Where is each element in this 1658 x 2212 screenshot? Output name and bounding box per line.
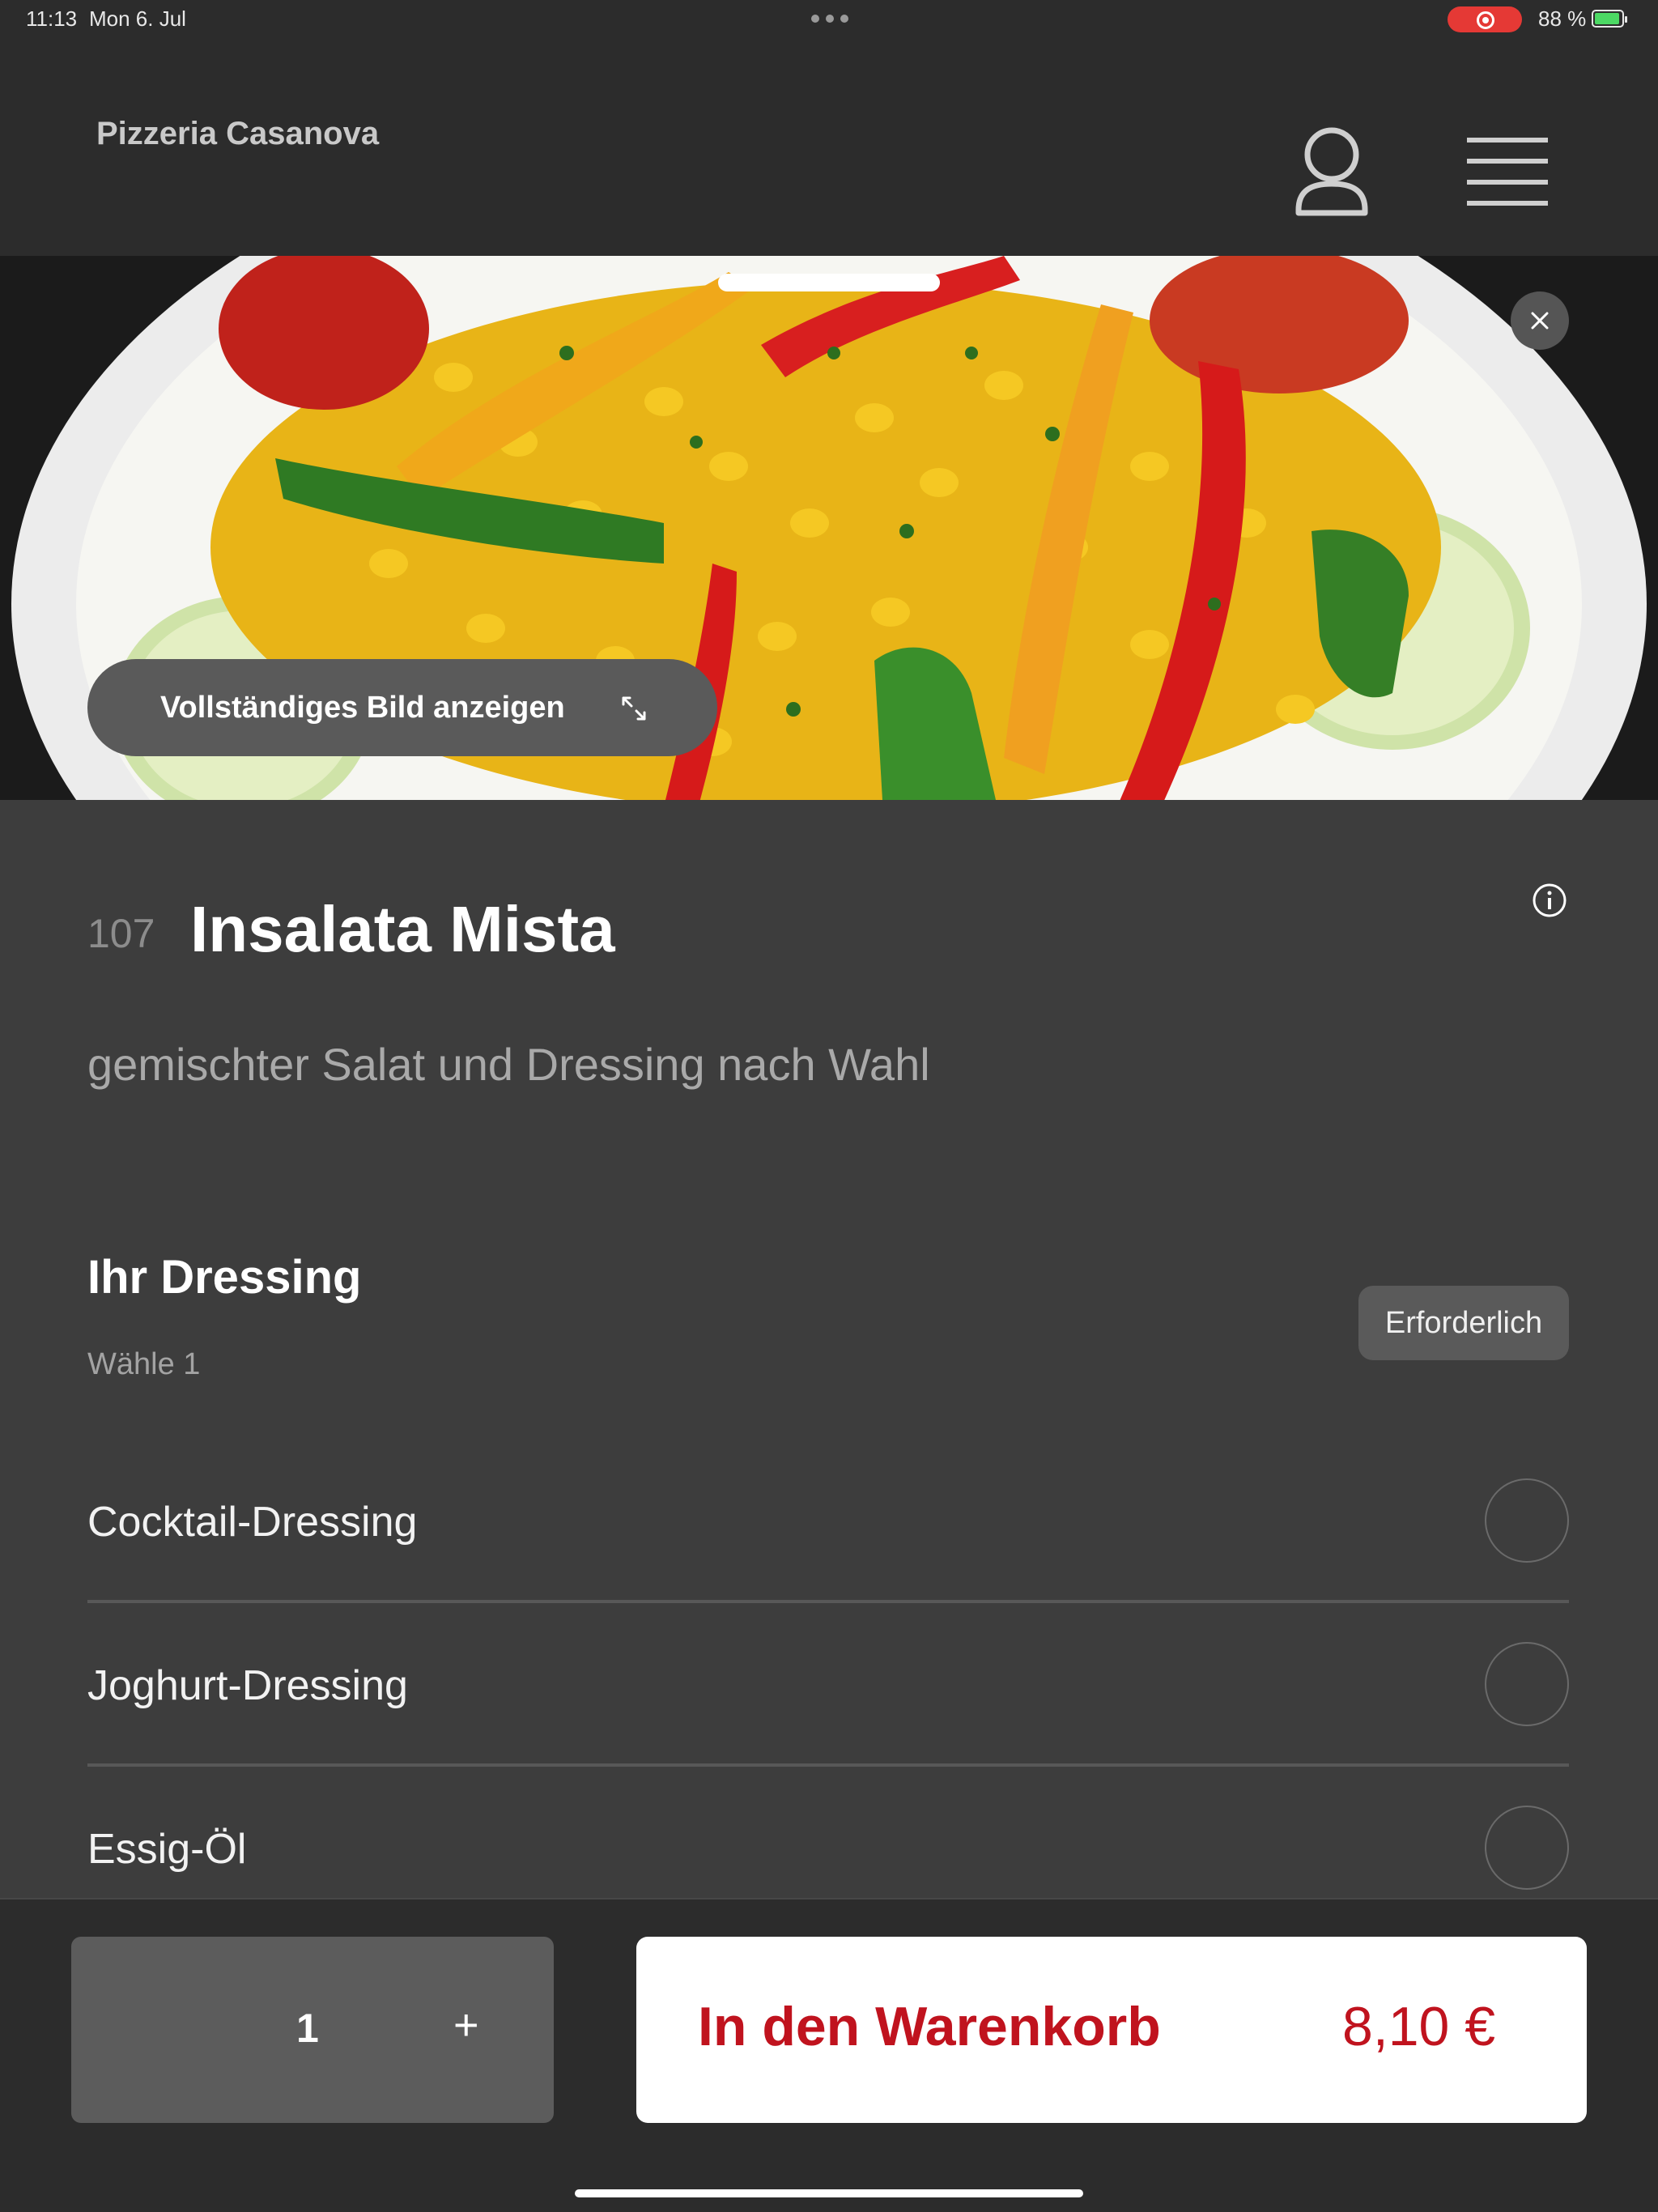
option-label: Essig-Öl	[87, 1826, 247, 1873]
close-icon	[1531, 312, 1549, 330]
close-button[interactable]	[1511, 291, 1569, 350]
option-label: Joghurt-Dressing	[87, 1662, 408, 1709]
increment-button[interactable]: +	[453, 2000, 479, 2050]
multitasking-dots-icon[interactable]	[811, 15, 848, 24]
radio-button[interactable]	[1485, 1642, 1569, 1726]
restaurant-name[interactable]: Pizzeria Casanova	[96, 116, 379, 152]
divider	[87, 1600, 1569, 1603]
status-date: Mon 6. Jul	[89, 6, 186, 31]
item-description: gemischter Salat und Dressing nach Wahl	[87, 1039, 930, 1090]
menu-icon[interactable]	[1467, 136, 1548, 207]
battery-percentage: 88 %	[1538, 6, 1587, 31]
sheet-grabber[interactable]	[718, 274, 940, 291]
option-cocktail-dressing[interactable]: Cocktail-Dressing	[87, 1478, 1569, 1661]
option-joghurt-dressing[interactable]: Joghurt-Dressing	[87, 1642, 1569, 1825]
option-group-subtitle: Wähle 1	[87, 1347, 201, 1381]
battery-icon	[1592, 10, 1627, 28]
option-group-title: Ihr Dressing	[87, 1251, 362, 1304]
show-full-image-label: Vollständiges Bild anzeigen	[160, 690, 565, 725]
user-icon[interactable]	[1294, 125, 1370, 218]
expand-icon	[620, 695, 648, 722]
price[interactable]: 8,10 €	[1342, 1995, 1495, 2058]
home-indicator[interactable]	[575, 2189, 1083, 2197]
add-to-cart-label[interactable]: In den Warenkorb	[698, 1995, 1161, 2058]
status-time: 11:13	[26, 6, 78, 31]
divider	[87, 1763, 1569, 1767]
radio-button[interactable]	[1485, 1478, 1569, 1563]
info-icon[interactable]	[1532, 883, 1567, 918]
item-title: Insalata Mista	[190, 893, 615, 965]
status-bar: 11:13 Mon 6. Jul 88 %	[0, 0, 1658, 39]
quantity-value: 1	[296, 2006, 319, 2051]
item-number: 107	[87, 911, 155, 956]
radio-button[interactable]	[1485, 1806, 1569, 1890]
option-label: Cocktail-Dressing	[87, 1499, 418, 1546]
screen-recording-icon[interactable]	[1448, 6, 1522, 32]
required-badge: Erforderlich	[1358, 1286, 1569, 1360]
